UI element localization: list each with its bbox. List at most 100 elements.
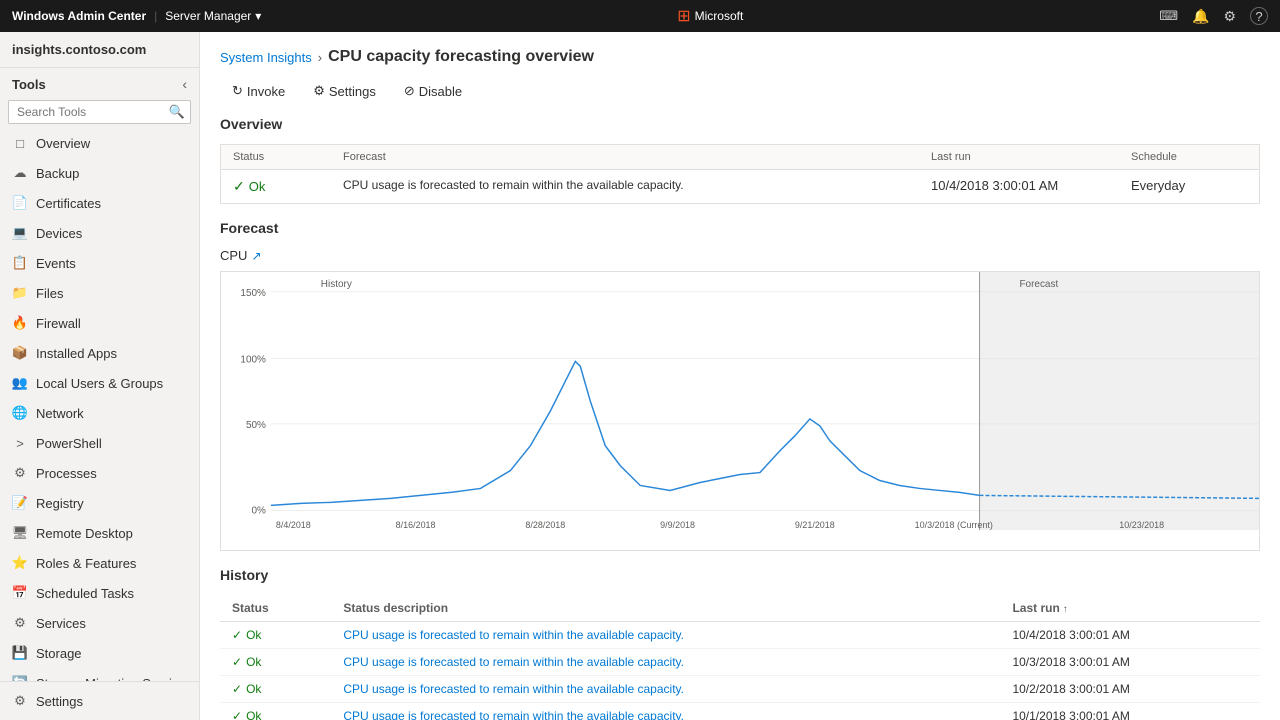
firewall-icon: 🔥: [12, 315, 28, 331]
svg-text:0%: 0%: [252, 505, 267, 516]
svg-text:50%: 50%: [246, 420, 266, 431]
overview-schedule-header: Schedule: [1119, 145, 1259, 170]
row-lastrun: 10/1/2018 3:00:01 AM: [1000, 703, 1260, 720]
gear-icon[interactable]: ⚙: [1223, 8, 1236, 25]
sidebar-item-devices[interactable]: 💻 Devices: [0, 218, 199, 248]
terminal-icon[interactable]: ⌨: [1159, 8, 1178, 24]
sidebar-item-storage[interactable]: 💾 Storage: [0, 638, 199, 668]
overview-schedule-value: Everyday: [1119, 170, 1259, 203]
toolbar: ↻ Invoke ⚙ Settings ⊘ Disable: [200, 74, 1280, 116]
row-check-icon: ✓: [232, 709, 242, 720]
sidebar-item-registry[interactable]: 📝 Registry: [0, 488, 199, 518]
sidebar-item-processes[interactable]: ⚙ Processes: [0, 458, 199, 488]
bell-icon[interactable]: 🔔: [1192, 8, 1209, 25]
overview-forecast-value: CPU usage is forecasted to remain within…: [331, 170, 919, 203]
sort-icon: ↑: [1063, 604, 1068, 615]
topbar-right: ⌨ 🔔 ⚙ ?: [1159, 7, 1268, 25]
history-table-header-row: Status Status description Last run↑: [220, 595, 1260, 622]
overview-status-header: Status: [221, 145, 331, 170]
sidebar-nav: □ Overview ☁ Backup 📄 Certificates 💻 Dev…: [0, 128, 199, 681]
tools-label: Tools: [12, 77, 46, 92]
sidebar-item-certificates[interactable]: 📄 Certificates: [0, 188, 199, 218]
col-description: Status description: [331, 595, 1000, 622]
main-container: insights.contoso.com Tools ‹ 🔍 □ Overvie…: [0, 32, 1280, 720]
row-status: ✓ Ok: [220, 676, 331, 703]
invoke-button[interactable]: ↻ Invoke: [220, 78, 297, 104]
breadcrumb-parent[interactable]: System Insights: [220, 50, 312, 65]
local-users-icon: 👥: [12, 375, 28, 391]
table-row: ✓ Ok CPU usage is forecasted to remain w…: [220, 649, 1260, 676]
svg-text:9/21/2018: 9/21/2018: [795, 520, 835, 530]
svg-text:150%: 150%: [240, 288, 266, 299]
sidebar-item-local-users[interactable]: 👥 Local Users & Groups: [0, 368, 199, 398]
svg-text:10/3/2018 (Current): 10/3/2018 (Current): [915, 520, 993, 530]
row-check-icon: ✓: [232, 655, 242, 669]
history-table: Status Status description Last run↑ ✓ Ok…: [220, 595, 1260, 720]
row-description: CPU usage is forecasted to remain within…: [331, 622, 1000, 649]
registry-icon: 📝: [12, 495, 28, 511]
forecast-bg: [980, 272, 1259, 530]
sidebar-tools-header: Tools ‹: [0, 68, 199, 96]
sidebar-item-installed-apps[interactable]: 📦 Installed Apps: [0, 338, 199, 368]
overview-forecast-header: Forecast: [331, 145, 919, 170]
sidebar-collapse-btn[interactable]: ‹: [182, 76, 187, 92]
topbar: Windows Admin Center | Server Manager ▾ …: [0, 0, 1280, 32]
settings-button[interactable]: ⚙ Settings: [301, 78, 388, 104]
events-icon: 📋: [12, 255, 28, 271]
row-lastrun: 10/2/2018 3:00:01 AM: [1000, 676, 1260, 703]
breadcrumb: System Insights › CPU capacity forecasti…: [200, 32, 1280, 74]
disable-button[interactable]: ⊘ Disable: [392, 78, 474, 104]
sidebar-item-settings[interactable]: ⚙ Settings: [0, 686, 199, 716]
sidebar-item-scheduled-tasks[interactable]: 📅 Scheduled Tasks: [0, 578, 199, 608]
col-lastrun[interactable]: Last run↑: [1000, 595, 1260, 622]
sidebar-search: 🔍: [0, 96, 199, 128]
svg-text:10/23/2018: 10/23/2018: [1119, 520, 1164, 530]
sidebar-item-services[interactable]: ⚙ Services: [0, 608, 199, 638]
svg-text:Forecast: Forecast: [1019, 279, 1058, 290]
storage-icon: 💾: [12, 645, 28, 661]
forecast-chart-label: CPU ↗: [220, 248, 1260, 263]
invoke-icon: ↻: [232, 83, 243, 99]
installed-apps-icon: 📦: [12, 345, 28, 361]
content: System Insights › CPU capacity forecasti…: [200, 32, 1280, 720]
sidebar-item-storage-migration[interactable]: 🔄 Storage Migration Service: [0, 668, 199, 681]
row-check-icon: ✓: [232, 628, 242, 642]
overview-lastrun-header: Last run: [919, 145, 1119, 170]
svg-text:8/4/2018: 8/4/2018: [276, 520, 311, 530]
sidebar-item-firewall[interactable]: 🔥 Firewall: [0, 308, 199, 338]
backup-icon: ☁: [12, 165, 28, 181]
services-icon: ⚙: [12, 615, 28, 631]
row-lastrun: 10/3/2018 3:00:01 AM: [1000, 649, 1260, 676]
svg-text:100%: 100%: [240, 354, 266, 365]
forecast-title: Forecast: [220, 220, 1260, 236]
row-status: ✓ Ok: [220, 703, 331, 720]
topbar-center: ⊞ Microsoft: [677, 6, 743, 26]
sidebar-item-network[interactable]: 🌐 Network: [0, 398, 199, 428]
sidebar-item-backup[interactable]: ☁ Backup: [0, 158, 199, 188]
forecast-section: Forecast CPU ↗ 150% 100% 50%: [200, 220, 1280, 567]
sidebar-item-powershell[interactable]: > PowerShell: [0, 428, 199, 458]
row-status: ✓ Ok: [220, 622, 331, 649]
sidebar-item-roles-features[interactable]: ⭐ Roles & Features: [0, 548, 199, 578]
sidebar-item-events[interactable]: 📋 Events: [0, 248, 199, 278]
table-row: ✓ Ok CPU usage is forecasted to remain w…: [220, 703, 1260, 720]
search-input[interactable]: [8, 100, 191, 124]
help-icon[interactable]: ?: [1250, 7, 1268, 25]
table-row: ✓ Ok CPU usage is forecasted to remain w…: [220, 622, 1260, 649]
sidebar-server: insights.contoso.com: [0, 32, 199, 68]
row-check-icon: ✓: [232, 682, 242, 696]
scheduled-tasks-icon: 📅: [12, 585, 28, 601]
overview-status-value: ✓ Ok: [221, 170, 331, 203]
expand-icon[interactable]: ↗: [251, 249, 261, 263]
history-section: History Status Status description Last r…: [200, 567, 1280, 720]
sidebar-item-overview[interactable]: □ Overview: [0, 128, 199, 158]
server-manager-btn[interactable]: Server Manager ▾: [165, 9, 261, 23]
chart-svg: 150% 100% 50% 0% History Forecast 8/4/20…: [221, 272, 1259, 550]
sidebar-item-files[interactable]: 📁 Files: [0, 278, 199, 308]
row-lastrun: 10/4/2018 3:00:01 AM: [1000, 622, 1260, 649]
sidebar-item-remote-desktop[interactable]: 🖥 Remote Desktop: [0, 518, 199, 548]
breadcrumb-separator: ›: [318, 50, 322, 65]
app-title: Windows Admin Center: [12, 9, 146, 23]
sidebar-bottom: ⚙ Settings: [0, 681, 199, 720]
col-status: Status: [220, 595, 331, 622]
